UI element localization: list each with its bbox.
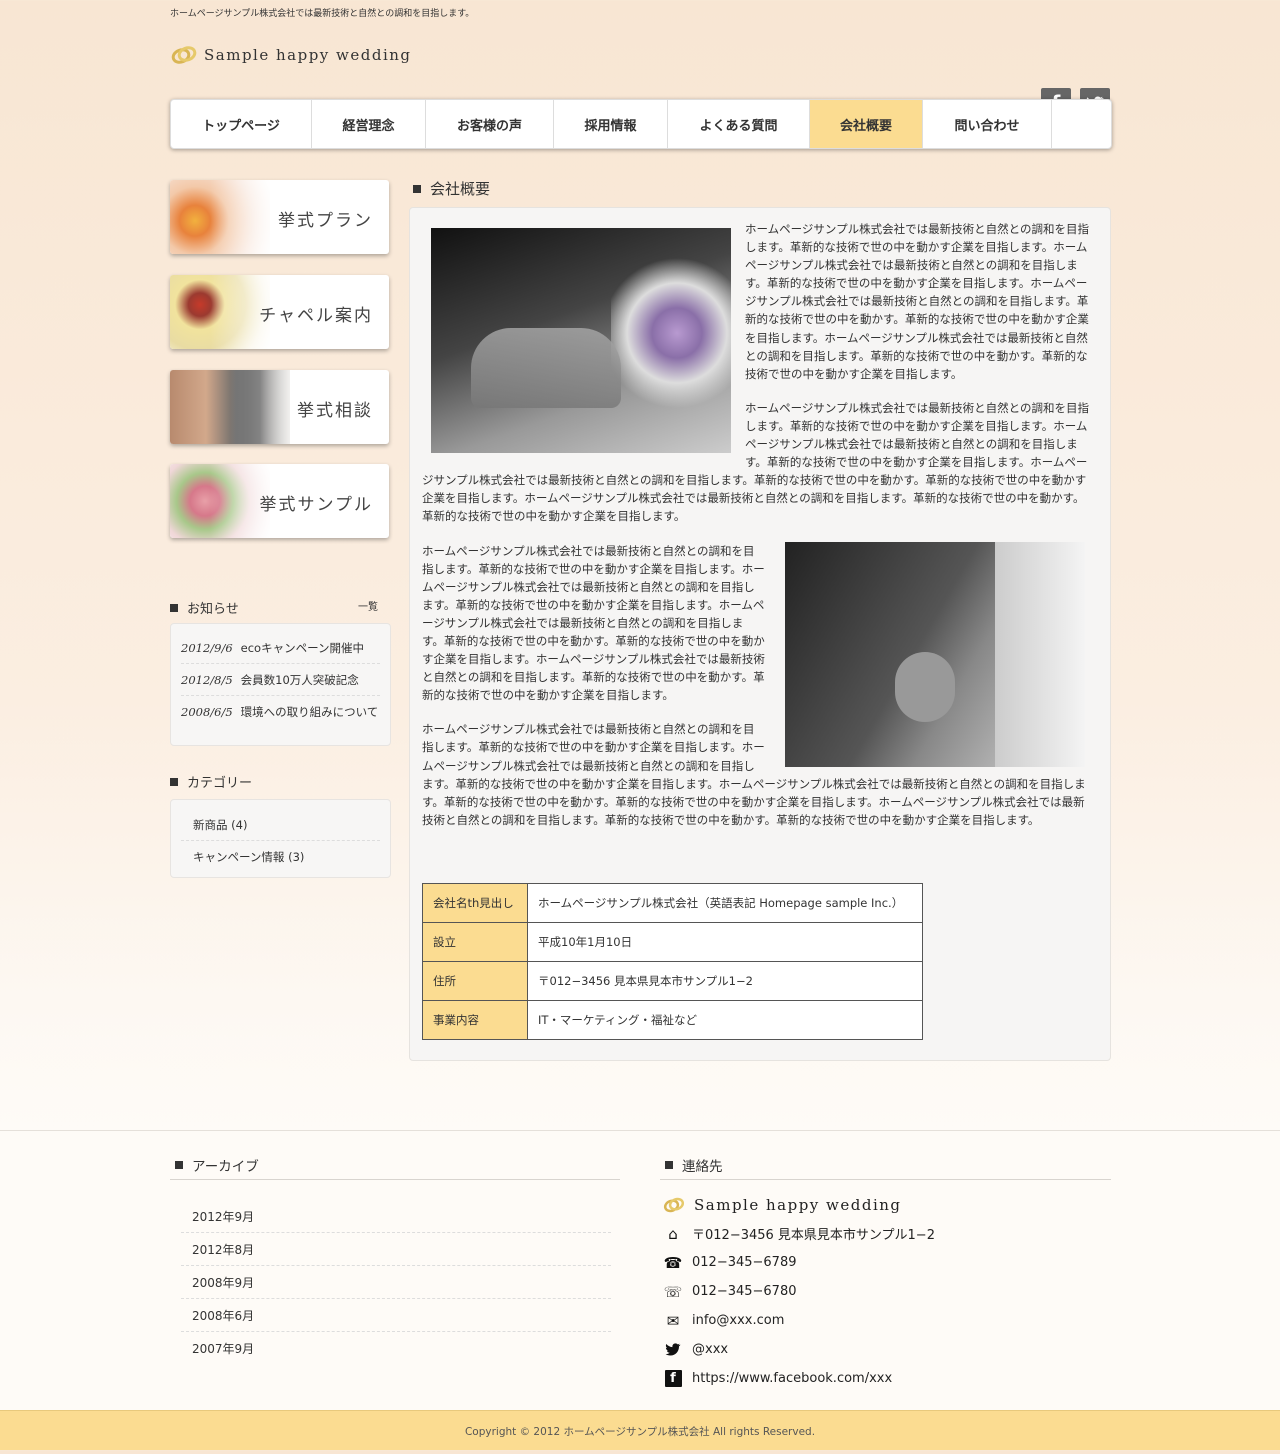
contact-heading: 連絡先 (665, 1155, 723, 1175)
news-heading: お知らせ (170, 598, 239, 617)
contact-twitter[interactable]: @xxx (662, 1335, 935, 1364)
company-info-table: 会社名th見出し ホームページサンプル株式会社（英語表記 Homepage sam… (422, 883, 923, 1040)
logo-text: Sample happy wedding (204, 46, 412, 64)
nav-item-philosophy[interactable]: 経営理念 (312, 100, 426, 148)
contact-phone[interactable]: ☎ 012−345−6789 (662, 1248, 935, 1277)
nav-item-voices[interactable]: お客様の声 (426, 100, 554, 148)
contact-email[interactable]: ✉ info@xxx.com (662, 1306, 935, 1335)
banner-label: 挙式プラン (278, 211, 373, 231)
main-nav: トップページ 経営理念 お客様の声 採用情報 よくある質問 会社概要 問い合わせ (170, 99, 1112, 149)
twitter-icon (662, 1341, 684, 1359)
header-tagline: ホームページサンプル株式会社では最新技術と自然との調和を目指します。 (170, 9, 475, 19)
news-box: 2012/9/6 ecoキャンペーン開催中 2012/8/5 会員数10万人突破記念… (170, 623, 391, 746)
nav-item-top[interactable]: トップページ (171, 100, 312, 148)
news-more-link[interactable]: 一覧 (358, 598, 378, 613)
contact-address: ⌂ 〒012−3456 見本県見本市サンプル1−2 (662, 1219, 935, 1248)
banner-sample[interactable]: 挙式サンプル (170, 464, 389, 538)
news-item[interactable]: 2012/9/6 ecoキャンペーン開催中 (181, 632, 380, 664)
archive-item[interactable]: 2007年9月 (181, 1332, 611, 1365)
table-row: 会社名th見出し ホームページサンプル株式会社（英語表記 Homepage sam… (422, 883, 923, 923)
banner-chapel[interactable]: チャペル案内 (170, 275, 389, 349)
banner-wedding-plan[interactable]: 挙式プラン (170, 180, 389, 254)
phone-icon: ☎ (663, 1253, 683, 1272)
site-logo[interactable]: Sample happy wedding (170, 44, 412, 66)
wedding-rings-icon (171, 46, 197, 64)
archive-rule (170, 1179, 620, 1180)
news-item[interactable]: 2012/8/5 会員数10万人突破記念 (181, 664, 380, 696)
archive-heading: アーカイブ (175, 1155, 259, 1175)
contact-facebook[interactable]: f https://www.facebook.com/xxx (662, 1364, 935, 1393)
archive-item[interactable]: 2012年9月 (181, 1200, 611, 1233)
mail-icon: ✉ (666, 1311, 680, 1330)
category-heading: カテゴリー (170, 772, 252, 791)
fax-icon: ☏ (663, 1282, 683, 1301)
category-box: 新商品 (4) キャンペーン情報 (3) (170, 799, 391, 878)
archive-list: 2012年9月 2012年8月 2008年9月 2008年6月 2007年9月 (181, 1200, 611, 1365)
table-row: 事業内容 IT・マーケティング・福祉など (422, 1000, 923, 1040)
holding-hands-photo (785, 541, 1085, 767)
archive-item[interactable]: 2008年9月 (181, 1266, 611, 1299)
square-bullet-icon (170, 777, 178, 786)
facebook-icon: f (662, 1370, 684, 1388)
home-icon: ⌂ (668, 1224, 678, 1243)
banner-consultation[interactable]: 挙式相談 (170, 370, 389, 444)
contact-rule (660, 1179, 1111, 1180)
category-item[interactable]: キャンペーン情報 (3) (181, 841, 380, 872)
main-content: ホームページサンプル株式会社では最新技術と自然との調和を目指します。革新的な技術… (409, 207, 1111, 1061)
square-bullet-icon (665, 1161, 673, 1169)
nav-item-contact[interactable]: 問い合わせ (923, 100, 1052, 148)
square-bullet-icon (175, 1161, 183, 1169)
archive-item[interactable]: 2012年8月 (181, 1233, 611, 1266)
contact-logo: Sample happy wedding (662, 1190, 935, 1219)
table-row: 住所 〒012−3456 見本県見本市サンプル1−2 (422, 961, 923, 1001)
nav-item-company[interactable]: 会社概要 (810, 100, 923, 148)
news-item[interactable]: 2008/6/5 環境への取り組みについて (181, 696, 380, 727)
shoes-bouquet-photo (431, 228, 731, 453)
footer-divider (0, 1130, 1280, 1131)
wedding-rings-icon (662, 1196, 686, 1214)
copyright: Copyright © 2012 ホームページサンプル株式会社 All righ… (0, 1410, 1280, 1450)
banner-label: チャペル案内 (259, 306, 373, 326)
nav-item-faq[interactable]: よくある質問 (668, 100, 810, 148)
page-title: 会社概要 (413, 178, 490, 199)
square-bullet-icon (170, 603, 178, 612)
contact-list: Sample happy wedding ⌂ 〒012−3456 見本県見本市サン… (662, 1190, 935, 1393)
banner-label: 挙式サンプル (259, 495, 373, 515)
table-row: 設立 平成10年1月10日 (422, 922, 923, 962)
category-item[interactable]: 新商品 (4) (181, 809, 380, 841)
banner-label: 挙式相談 (297, 401, 373, 421)
archive-item[interactable]: 2008年6月 (181, 1299, 611, 1332)
contact-fax: ☏ 012−345−6780 (663, 1282, 797, 1301)
square-bullet-icon (413, 184, 421, 193)
nav-item-recruit[interactable]: 採用情報 (554, 100, 668, 148)
